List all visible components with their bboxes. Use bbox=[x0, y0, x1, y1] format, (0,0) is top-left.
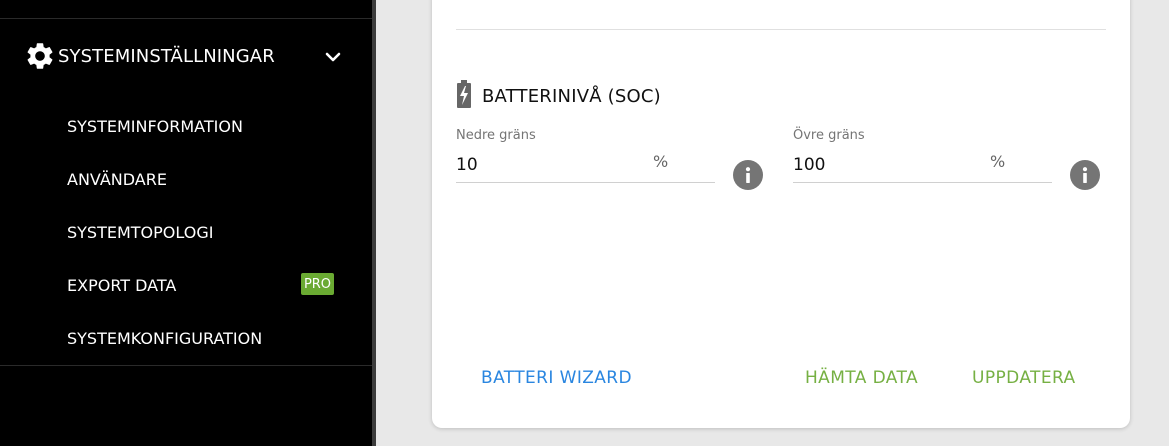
sidebar-item-label: SYSTEMKONFIGURATION bbox=[67, 328, 263, 348]
sidebar-item-systemtopologi[interactable]: SYSTEMTOPOLOGI bbox=[67, 217, 347, 247]
fetch-data-button[interactable]: HÄMTA DATA bbox=[805, 368, 918, 388]
chevron-down-icon[interactable] bbox=[324, 48, 342, 66]
sidebar-item-anvandare[interactable]: ANVÄNDARE bbox=[67, 164, 347, 194]
battery-charging-icon bbox=[456, 80, 472, 112]
info-icon[interactable] bbox=[733, 160, 763, 190]
sidebar-item-label: SYSTEMTOPOLOGI bbox=[67, 222, 214, 242]
sidebar-item-label: EXPORT DATA bbox=[67, 275, 177, 295]
lower-limit-label: Nedre gräns bbox=[456, 128, 536, 143]
sidebar-divider bbox=[0, 18, 372, 19]
lower-limit-input-wrap: % bbox=[456, 150, 715, 183]
sidebar-item-systeminformation[interactable]: SYSTEMINFORMATION bbox=[67, 111, 347, 141]
battery-level-section-title: BATTERINIVÅ (SOC) bbox=[456, 80, 661, 112]
card-divider bbox=[456, 29, 1106, 30]
section-title: SYSTEMINSTÄLLNINGAR bbox=[58, 45, 275, 67]
sidebar-divider bbox=[0, 365, 372, 366]
sidebar-edge bbox=[372, 0, 376, 446]
sidebar-item-label: ANVÄNDARE bbox=[67, 169, 167, 189]
battery-wizard-button[interactable]: BATTERI WIZARD bbox=[481, 368, 632, 388]
info-icon[interactable] bbox=[1070, 160, 1100, 190]
upper-limit-input-wrap: % bbox=[793, 150, 1052, 183]
lower-limit-unit: % bbox=[653, 152, 669, 171]
gear-icon bbox=[24, 40, 56, 72]
lower-limit-input[interactable] bbox=[456, 152, 636, 178]
system-settings-header[interactable]: SYSTEMINSTÄLLNINGAR bbox=[24, 36, 350, 76]
sidebar-item-label: SYSTEMINFORMATION bbox=[67, 116, 243, 136]
upper-limit-unit: % bbox=[990, 152, 1006, 171]
sidebar-item-systemkonfiguration[interactable]: SYSTEMKONFIGURATION bbox=[67, 323, 347, 353]
sidebar: SYSTEMINSTÄLLNINGAR SYSTEMINFORMATION AN… bbox=[0, 0, 372, 446]
pro-badge: PRO bbox=[301, 273, 334, 295]
upper-limit-label: Övre gräns bbox=[793, 128, 865, 143]
upper-limit-input[interactable] bbox=[793, 152, 973, 178]
settings-card: BATTERINIVÅ (SOC) Nedre gräns % Övre grä… bbox=[432, 0, 1130, 428]
update-button[interactable]: UPPDATERA bbox=[972, 368, 1076, 388]
section-title-text: BATTERINIVÅ (SOC) bbox=[482, 85, 661, 107]
